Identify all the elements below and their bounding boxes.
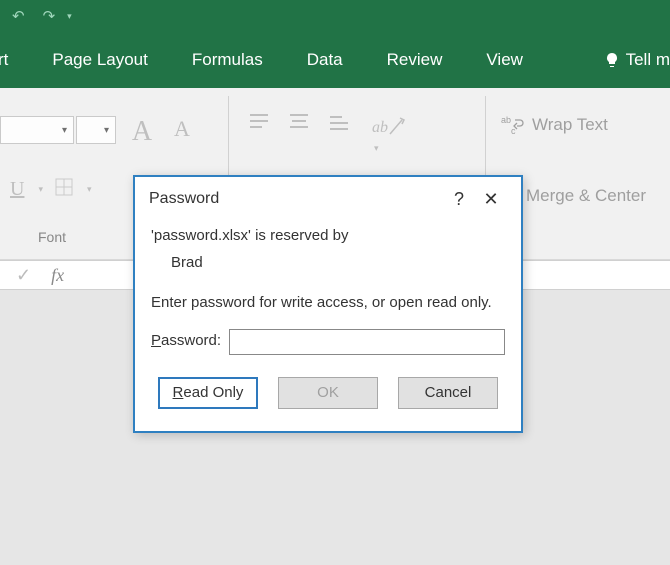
dialog-titlebar: Password ? ✕ bbox=[135, 177, 521, 221]
tab-data[interactable]: Data bbox=[307, 50, 343, 70]
ok-button[interactable]: OK bbox=[278, 377, 378, 409]
wrap-text-icon: ab c bbox=[500, 114, 524, 136]
password-input[interactable] bbox=[229, 329, 505, 355]
merge-center-label: Merge & Center bbox=[526, 186, 646, 205]
undo-icon[interactable]: ↶ bbox=[12, 7, 25, 25]
underline-button[interactable]: U bbox=[10, 178, 24, 201]
instruction-text: Enter password for write access, or open… bbox=[151, 292, 505, 315]
dialog-body: 'password.xlsx' is reserved by Brad Ente… bbox=[135, 221, 521, 355]
reserved-by: Brad bbox=[151, 252, 505, 275]
font-group-label: Font bbox=[38, 229, 66, 245]
help-button[interactable]: ? bbox=[443, 189, 475, 210]
decrease-font-icon[interactable]: A bbox=[164, 116, 200, 148]
orientation-icon: ab bbox=[372, 114, 406, 138]
dialog-title: Password bbox=[149, 190, 443, 208]
password-dialog: Password ? ✕ 'password.xlsx' is reserved… bbox=[133, 175, 523, 433]
merge-center-button[interactable]: Merge & Center bbox=[526, 186, 646, 206]
password-label: Password: bbox=[151, 330, 221, 353]
borders-icon bbox=[55, 178, 73, 196]
reserved-line: 'password.xlsx' is reserved by bbox=[151, 225, 505, 248]
tell-me-label: Tell m bbox=[626, 50, 670, 70]
qat-customize-icon[interactable]: ▾ bbox=[67, 11, 72, 22]
font-size-combo[interactable]: ▾ bbox=[76, 116, 116, 144]
svg-text:ab: ab bbox=[372, 119, 388, 136]
fx-icon[interactable]: fx bbox=[51, 265, 64, 286]
font-style-row: U▾ ▾ bbox=[10, 178, 92, 201]
orientation-button[interactable]: ab ▾ bbox=[372, 114, 406, 156]
font-selectors: ▾ ▾ A A bbox=[0, 116, 200, 148]
read-only-button[interactable]: Read Only bbox=[158, 377, 258, 409]
svg-text:ab: ab bbox=[501, 115, 511, 125]
redo-icon[interactable]: ↷ bbox=[43, 7, 56, 25]
dialog-buttons: Read Only OK Cancel bbox=[135, 355, 521, 431]
align-group bbox=[248, 112, 350, 137]
ribbon-tabs: rt Page Layout Formulas Data Review View… bbox=[0, 32, 670, 88]
close-button[interactable]: ✕ bbox=[475, 189, 507, 210]
tab-insert[interactable]: rt bbox=[0, 50, 8, 70]
align-bottom-icon[interactable] bbox=[328, 112, 350, 137]
tab-view[interactable]: View bbox=[486, 50, 523, 70]
tab-page-layout[interactable]: Page Layout bbox=[52, 50, 147, 70]
borders-button[interactable] bbox=[55, 178, 73, 201]
tell-me[interactable]: Tell m bbox=[604, 50, 670, 70]
wrap-text-label: Wrap Text bbox=[532, 115, 608, 135]
increase-font-icon[interactable]: A bbox=[124, 116, 160, 148]
tab-review[interactable]: Review bbox=[387, 50, 443, 70]
align-middle-icon[interactable] bbox=[288, 112, 310, 137]
align-top-icon[interactable] bbox=[248, 112, 270, 137]
cancel-button[interactable]: Cancel bbox=[398, 377, 498, 409]
lightbulb-icon bbox=[604, 52, 620, 68]
tab-formulas[interactable]: Formulas bbox=[192, 50, 263, 70]
quick-access-toolbar: ↶ ↷ ▾ bbox=[0, 0, 670, 32]
password-row: Password: bbox=[151, 329, 505, 355]
font-name-combo[interactable]: ▾ bbox=[0, 116, 74, 144]
accept-icon[interactable]: ✓ bbox=[16, 265, 31, 286]
wrap-text-button[interactable]: ab c Wrap Text bbox=[500, 114, 608, 136]
